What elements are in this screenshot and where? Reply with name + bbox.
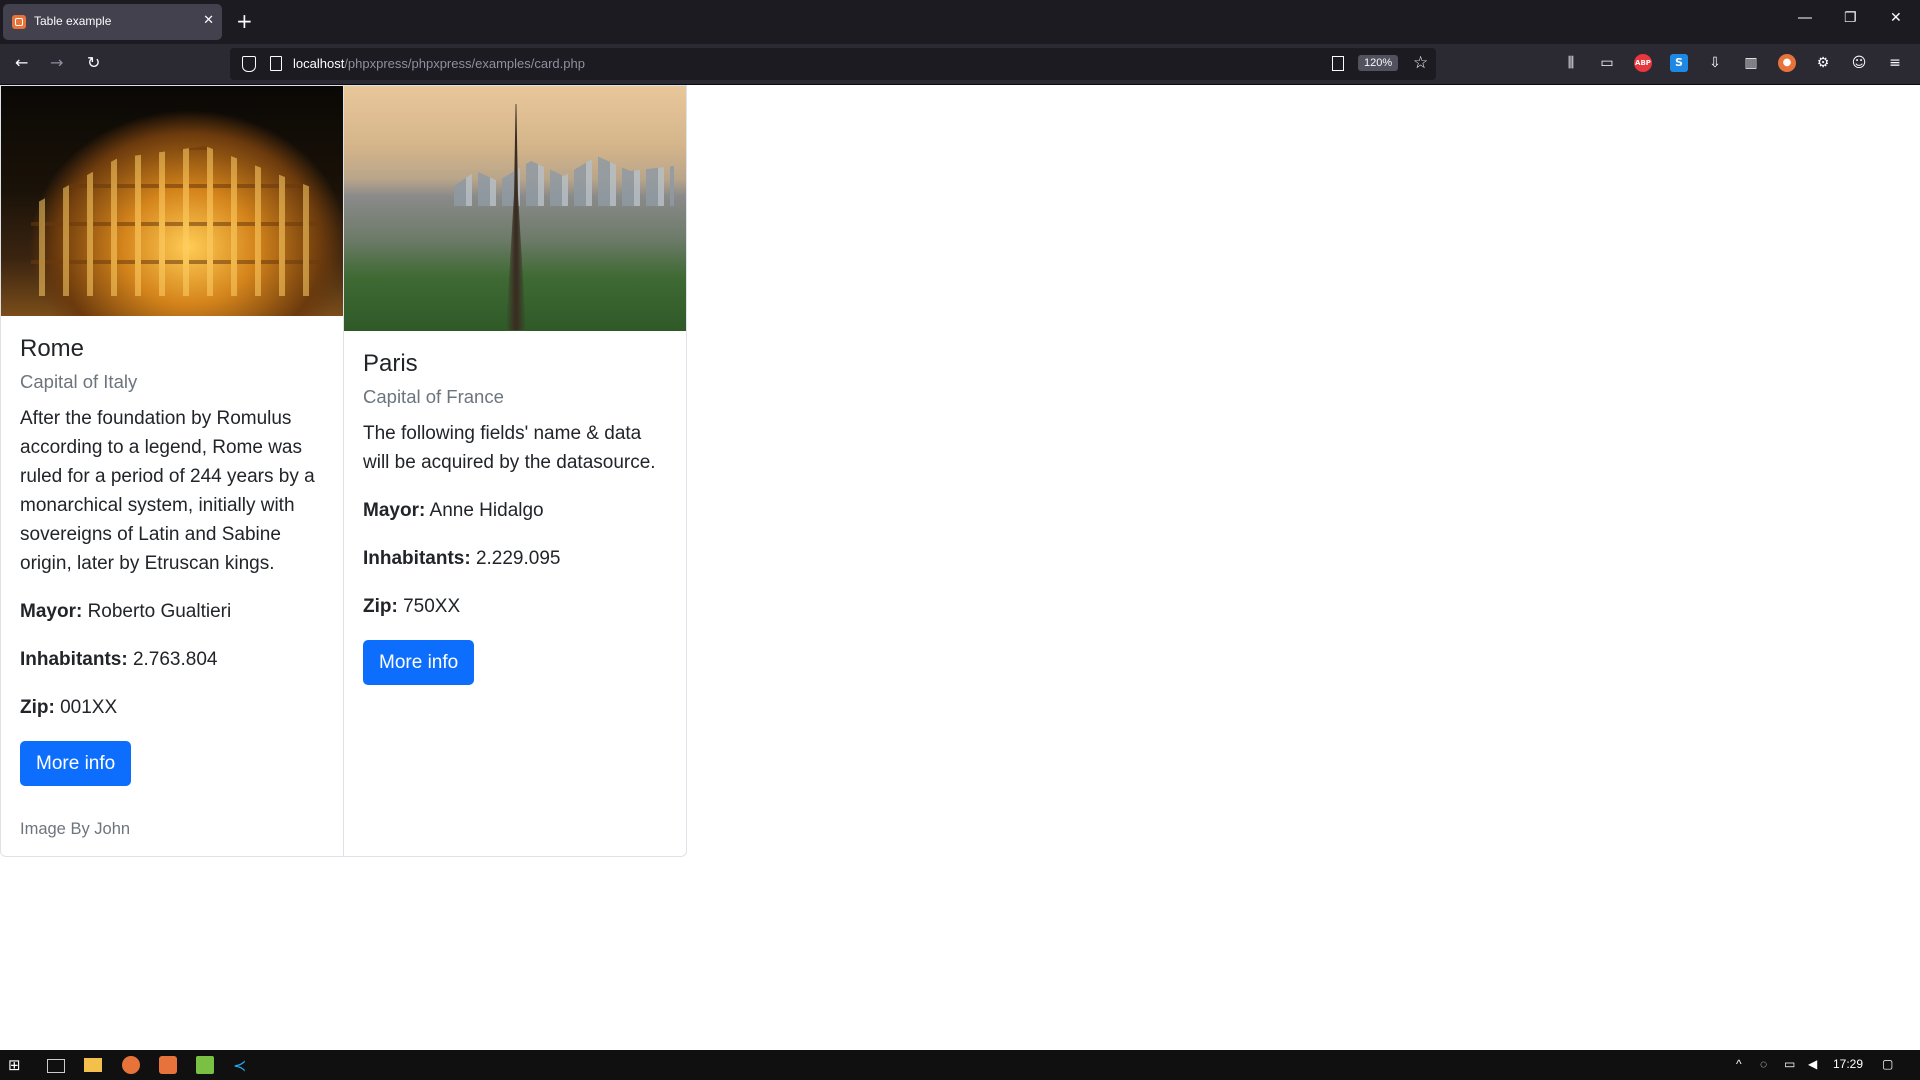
vscode-icon[interactable]: ≺ — [233, 1056, 251, 1075]
card-text: The following fields' name & data will b… — [363, 422, 656, 473]
xampp-icon[interactable] — [159, 1056, 177, 1074]
extension-s-icon[interactable]: S — [1670, 54, 1688, 72]
notepad-icon[interactable] — [196, 1056, 214, 1074]
browser-tab-bar: Table example ✕ + ― ❐ ✕ — [0, 0, 1920, 44]
browser-tab[interactable]: Table example ✕ — [3, 4, 222, 40]
url-text[interactable]: localhost/phpxpress/phpxpress/examples/c… — [293, 56, 585, 71]
card-rome: Rome Capital of Italy After the foundati… — [0, 85, 344, 857]
eiffel-tower-image — [344, 86, 686, 331]
firefox-icon[interactable] — [122, 1056, 140, 1074]
extension-download-icon[interactable]: ⇩ — [1706, 54, 1724, 72]
zoom-level[interactable]: 120% — [1358, 55, 1399, 71]
more-info-button[interactable]: More info — [20, 740, 132, 786]
mayor-field: Mayor: Anne Hidalgo — [363, 499, 544, 521]
window-restore-icon[interactable]: ❐ — [1844, 10, 1857, 26]
volume-icon[interactable]: ◀ — [1808, 1057, 1817, 1071]
more-info-button[interactable]: More info — [363, 639, 475, 685]
notification-icon[interactable]: ▢ — [1882, 1057, 1893, 1071]
sidebar-icon[interactable]: ▭ — [1598, 54, 1616, 72]
card-subtitle: Capital of Italy — [20, 370, 138, 392]
back-icon[interactable]: ← — [15, 53, 28, 72]
library-icon[interactable]: ⫼ — [1562, 54, 1580, 72]
reader-view-icon[interactable] — [1332, 56, 1344, 71]
bookmark-star-icon[interactable]: ☆ — [1413, 53, 1428, 73]
card-group: Rome Capital of Italy After the foundati… — [0, 85, 687, 857]
window-close-icon[interactable]: ✕ — [1890, 10, 1902, 26]
file-explorer-icon[interactable] — [84, 1058, 102, 1072]
tray-chevron-icon[interactable]: ^ — [1736, 1057, 1742, 1071]
window-minimize-icon[interactable]: ― — [1798, 10, 1812, 26]
terminal-icon[interactable] — [47, 1059, 65, 1073]
shield-icon[interactable] — [242, 56, 256, 72]
card-title: Paris — [363, 350, 418, 377]
taskbar: ⊞ ≺ ^ ◌ ▭ ◀ 17:29 ▢ — [0, 1050, 1920, 1080]
inhabitants-field: Inhabitants: 2.763.804 — [20, 648, 218, 670]
zip-field: Zip: 750XX — [363, 595, 461, 617]
clock-time[interactable]: 17:29 — [1833, 1057, 1863, 1071]
forward-icon[interactable]: → — [50, 53, 63, 72]
new-tab-icon[interactable]: + — [236, 9, 253, 33]
windows-start-icon[interactable]: ⊞ — [8, 1056, 26, 1074]
mayor-field: Mayor: Roberto Gualtieri — [20, 600, 232, 622]
zip-field: Zip: 001XX — [20, 696, 118, 718]
colosseum-image — [1, 86, 343, 316]
card-subtitle: Capital of France — [363, 385, 504, 407]
card-footer: Image By John — [20, 819, 131, 838]
card-title: Rome — [20, 335, 85, 362]
page-info-icon[interactable] — [270, 56, 282, 71]
card-text: After the foundation by Romulus accordin… — [20, 407, 315, 574]
account-icon[interactable]: ☺ — [1850, 54, 1868, 72]
favicon-icon — [12, 15, 26, 29]
inhabitants-field: Inhabitants: 2.229.095 — [363, 547, 561, 569]
reload-icon[interactable]: ↻ — [87, 53, 100, 72]
address-bar[interactable]: localhost/phpxpress/phpxpress/examples/c… — [230, 48, 1436, 80]
card-paris: Paris Capital of France The following fi… — [343, 85, 687, 857]
tab-close-icon[interactable]: ✕ — [203, 13, 214, 28]
adblock-icon[interactable]: ABP — [1634, 54, 1652, 72]
extension-gear-icon[interactable]: ⚙ — [1814, 54, 1832, 72]
extension-orange-icon[interactable]: ● — [1778, 54, 1796, 72]
battery-icon[interactable]: ▭ — [1784, 1057, 1795, 1071]
network-icon[interactable]: ◌ — [1760, 1057, 1767, 1071]
tab-title: Table example — [34, 14, 112, 28]
browser-nav-bar: ← → ↻ localhost/phpxpress/phpxpress/exam… — [0, 44, 1920, 85]
extension-grid-icon[interactable]: ▥ — [1742, 54, 1760, 72]
menu-icon[interactable]: ≡ — [1886, 54, 1904, 72]
